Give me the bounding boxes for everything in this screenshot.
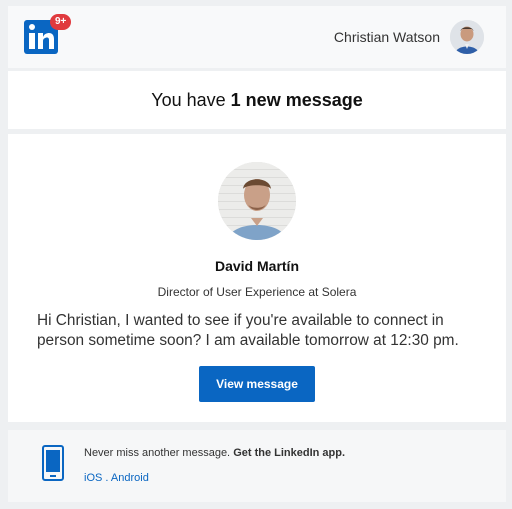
message-card: David Martín Director of User Experience… [8, 134, 506, 422]
page-title: You have 1 new message [8, 71, 506, 129]
title-prefix: You have [151, 89, 226, 110]
promo-text-bold[interactable]: Get the LinkedIn app. [233, 447, 345, 459]
title-bold: 1 new message [230, 89, 363, 110]
sender-name: David Martín [214, 258, 299, 274]
user-avatar[interactable] [450, 20, 484, 54]
ios-link[interactable]: iOS [84, 472, 102, 484]
app-promo: Never miss another message. Get the Link… [8, 430, 506, 502]
message-body: Hi Christian, I wanted to see if you're … [37, 312, 459, 349]
view-message-button[interactable]: View message [199, 366, 315, 402]
header: 9+ Christian Watson [8, 6, 506, 68]
promo-text-plain: Never miss another message. [84, 447, 231, 459]
app-links: iOS . Android [84, 472, 345, 484]
android-link[interactable]: Android [111, 472, 149, 484]
user-name: Christian Watson [333, 29, 440, 45]
sender-title: Director of User Experience at Solera [157, 285, 357, 299]
linkedin-logo[interactable]: 9+ [24, 14, 72, 56]
mobile-phone-icon [42, 445, 64, 481]
user-profile[interactable]: Christian Watson [334, 20, 484, 54]
promo-text: Never miss another message. Get the Link… [84, 447, 345, 459]
notification-badge: 9+ [50, 14, 72, 30]
sender-avatar[interactable] [218, 162, 296, 240]
link-separator: . [105, 472, 109, 484]
email-page: 9+ Christian Watson You have 1 new messa… [0, 0, 512, 509]
